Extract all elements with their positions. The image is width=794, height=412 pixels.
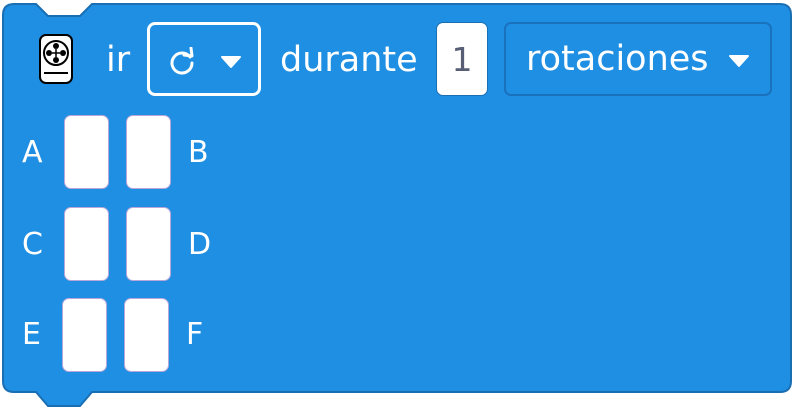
port-slot-c[interactable]	[64, 207, 109, 281]
port-label-f: F	[186, 317, 204, 352]
port-slot-d[interactable]	[126, 207, 171, 281]
chevron-down-icon	[729, 55, 749, 67]
unit-dropdown-label: rotaciones	[526, 39, 709, 79]
port-label-b: B	[188, 135, 209, 170]
during-label: durante	[280, 40, 418, 80]
duration-input[interactable]: 1	[436, 22, 488, 96]
motor-icon	[39, 34, 73, 84]
port-slot-a[interactable]	[64, 115, 109, 189]
port-slot-b[interactable]	[126, 115, 171, 189]
port-label-c: C	[22, 227, 43, 262]
port-label-a: A	[22, 135, 43, 170]
go-label: ir	[106, 40, 131, 80]
chevron-down-icon	[221, 56, 241, 68]
rotate-clockwise-icon	[170, 47, 194, 75]
port-label-e: E	[22, 317, 41, 352]
direction-dropdown[interactable]	[147, 22, 261, 96]
unit-dropdown[interactable]: rotaciones	[504, 22, 772, 96]
port-slot-e[interactable]	[62, 298, 107, 372]
port-label-d: D	[188, 227, 212, 262]
port-slot-f[interactable]	[124, 298, 169, 372]
